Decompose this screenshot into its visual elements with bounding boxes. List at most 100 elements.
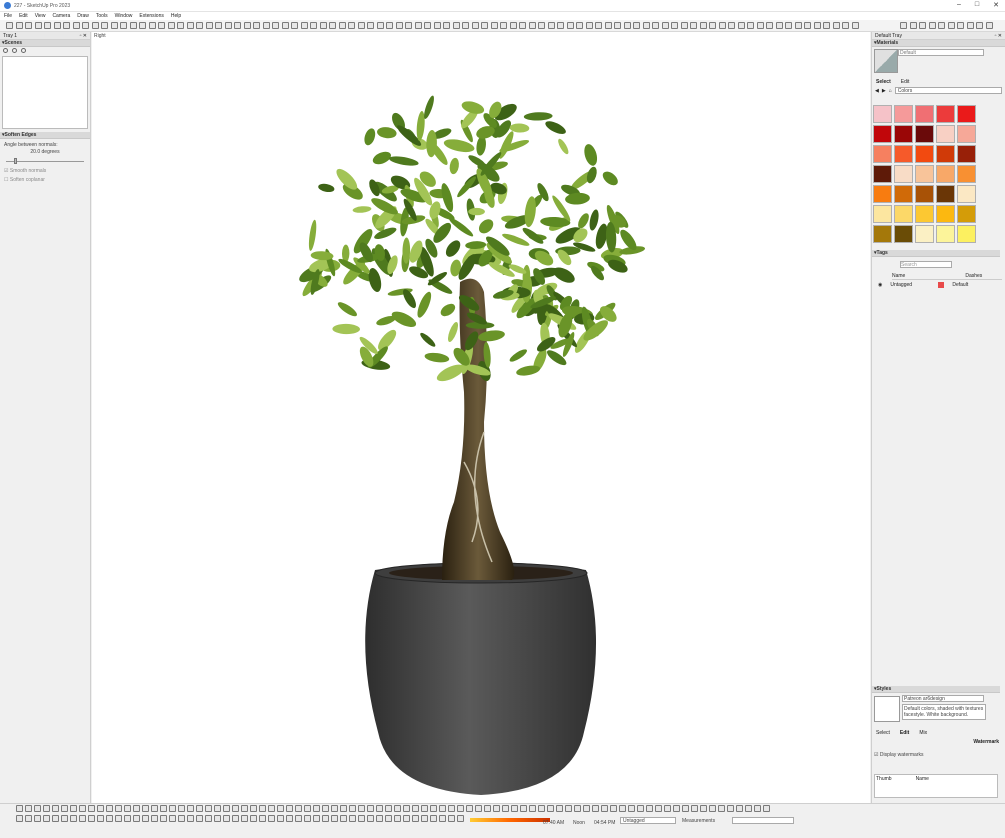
display-watermarks-checkbox[interactable]: ☑ Display watermarks xyxy=(874,752,924,758)
bottom-tool-icon[interactable] xyxy=(340,805,347,812)
toolbar-tool-icon[interactable] xyxy=(82,22,89,29)
bottom-tool-icon[interactable] xyxy=(475,805,482,812)
bottom-tool-icon[interactable] xyxy=(655,805,662,812)
toolbar-tool-icon[interactable] xyxy=(367,22,374,29)
toolbar-tool-icon[interactable] xyxy=(747,22,754,29)
bottom-tool-icon[interactable] xyxy=(142,815,149,822)
bottom-tool-icon[interactable] xyxy=(313,815,320,822)
color-swatch[interactable] xyxy=(936,185,955,203)
color-swatch[interactable] xyxy=(915,105,934,123)
menu-file[interactable]: File xyxy=(4,13,12,19)
menu-edit[interactable]: Edit xyxy=(19,13,28,19)
toolbar-tool-icon[interactable] xyxy=(471,22,479,29)
toolbar-tool-icon[interactable] xyxy=(775,22,783,29)
bottom-tool-icon[interactable] xyxy=(232,805,239,812)
toolbar-tool-icon[interactable] xyxy=(957,22,964,29)
bottom-tool-icon[interactable] xyxy=(34,805,41,812)
bottom-tool-icon[interactable] xyxy=(610,805,617,812)
styles-header[interactable]: ▾ Styles xyxy=(872,686,1000,693)
bottom-tool-icon[interactable] xyxy=(43,805,50,812)
color-swatch[interactable] xyxy=(894,185,913,203)
refresh-icon[interactable] xyxy=(3,48,8,53)
bottom-tool-icon[interactable] xyxy=(421,815,428,822)
toolbar-tool-icon[interactable] xyxy=(433,22,441,29)
tab-select[interactable]: Select xyxy=(876,730,890,736)
bottom-tool-icon[interactable] xyxy=(745,805,752,812)
color-swatch[interactable] xyxy=(936,145,955,163)
bottom-tool-icon[interactable] xyxy=(277,805,284,812)
bottom-tool-icon[interactable] xyxy=(592,805,599,812)
color-swatch[interactable] xyxy=(957,205,976,223)
bottom-tool-icon[interactable] xyxy=(187,815,194,822)
bottom-tool-icon[interactable] xyxy=(88,805,95,812)
tag-color-swatch[interactable] xyxy=(938,282,945,288)
tag-row[interactable]: ◉ Untagged Default xyxy=(878,282,998,288)
bottom-tool-icon[interactable] xyxy=(151,815,158,822)
toolbar-tool-icon[interactable] xyxy=(766,22,773,29)
back-icon[interactable]: ◀ xyxy=(875,88,879,94)
toolbar-tool-icon[interactable] xyxy=(139,22,146,29)
toolbar-tool-icon[interactable] xyxy=(63,22,70,29)
toolbar-tool-icon[interactable] xyxy=(842,22,849,29)
bottom-tool-icon[interactable] xyxy=(412,805,419,812)
bottom-tool-icon[interactable] xyxy=(376,805,383,812)
toolbar-tool-icon[interactable] xyxy=(642,22,650,29)
bottom-tool-icon[interactable] xyxy=(70,815,77,822)
toolbar-tool-icon[interactable] xyxy=(101,22,108,29)
color-swatch[interactable] xyxy=(894,105,913,123)
bottom-tool-icon[interactable] xyxy=(331,815,338,822)
bottom-tool-icon[interactable] xyxy=(151,805,158,812)
bottom-tool-icon[interactable] xyxy=(448,805,455,812)
bottom-tool-icon[interactable] xyxy=(313,805,320,812)
toolbar-tool-icon[interactable] xyxy=(671,22,678,29)
toolbar-tool-icon[interactable] xyxy=(205,22,213,29)
bottom-tool-icon[interactable] xyxy=(358,815,365,822)
bottom-tool-icon[interactable] xyxy=(52,805,59,812)
bottom-tool-icon[interactable] xyxy=(88,815,95,822)
bottom-tool-icon[interactable] xyxy=(376,815,383,822)
bottom-tool-icon[interactable] xyxy=(403,805,410,812)
toolbar-tool-icon[interactable] xyxy=(823,22,830,29)
toolbar-tool-icon[interactable] xyxy=(395,22,403,29)
remove-scene-icon[interactable] xyxy=(21,48,26,53)
color-swatch[interactable] xyxy=(936,125,955,143)
bottom-tool-icon[interactable] xyxy=(754,805,761,812)
toolbar-tool-icon[interactable] xyxy=(386,22,393,29)
bottom-tool-icon[interactable] xyxy=(52,815,59,822)
toolbar-tool-icon[interactable] xyxy=(919,22,926,29)
bottom-tool-icon[interactable] xyxy=(160,815,167,822)
color-swatch[interactable] xyxy=(873,145,892,163)
close-button[interactable]: ✕ xyxy=(993,1,999,9)
toolbar-tool-icon[interactable] xyxy=(148,22,156,29)
toolbar-tool-icon[interactable] xyxy=(414,22,422,29)
bottom-tool-icon[interactable] xyxy=(700,805,707,812)
menu-tools[interactable]: Tools xyxy=(96,13,108,19)
bottom-tool-icon[interactable] xyxy=(367,815,374,822)
style-description[interactable]: Default colors, shaded with textures fac… xyxy=(902,704,986,720)
toolbar-tool-icon[interactable] xyxy=(938,22,945,29)
color-swatch[interactable] xyxy=(936,205,955,223)
bottom-tool-icon[interactable] xyxy=(718,805,725,812)
bottom-tool-icon[interactable] xyxy=(286,815,293,822)
scenes-header[interactable]: ▾ Scenes xyxy=(0,40,90,47)
bottom-tool-icon[interactable] xyxy=(691,805,698,812)
minimize-button[interactable]: – xyxy=(957,1,961,9)
bottom-tool-icon[interactable] xyxy=(223,805,230,812)
toolbar-tool-icon[interactable] xyxy=(272,22,279,29)
menu-camera[interactable]: Camera xyxy=(52,13,70,19)
bottom-tool-icon[interactable] xyxy=(178,805,185,812)
bottom-tool-icon[interactable] xyxy=(358,805,365,812)
color-swatch[interactable] xyxy=(894,145,913,163)
toolbar-tool-icon[interactable] xyxy=(832,22,840,29)
toolbar-tool-icon[interactable] xyxy=(718,22,726,29)
bottom-tool-icon[interactable] xyxy=(259,815,266,822)
toolbar-tool-icon[interactable] xyxy=(813,22,821,29)
smooth-normals-checkbox[interactable]: ☑ Smooth normals xyxy=(4,168,86,174)
toolbar-tool-icon[interactable] xyxy=(481,22,488,29)
toolbar-tool-icon[interactable] xyxy=(737,22,745,29)
toolbar-tool-icon[interactable] xyxy=(34,22,42,29)
bottom-tool-icon[interactable] xyxy=(106,805,113,812)
bottom-tool-icon[interactable] xyxy=(385,805,392,812)
color-swatch[interactable] xyxy=(873,165,892,183)
bottom-tool-icon[interactable] xyxy=(295,805,302,812)
